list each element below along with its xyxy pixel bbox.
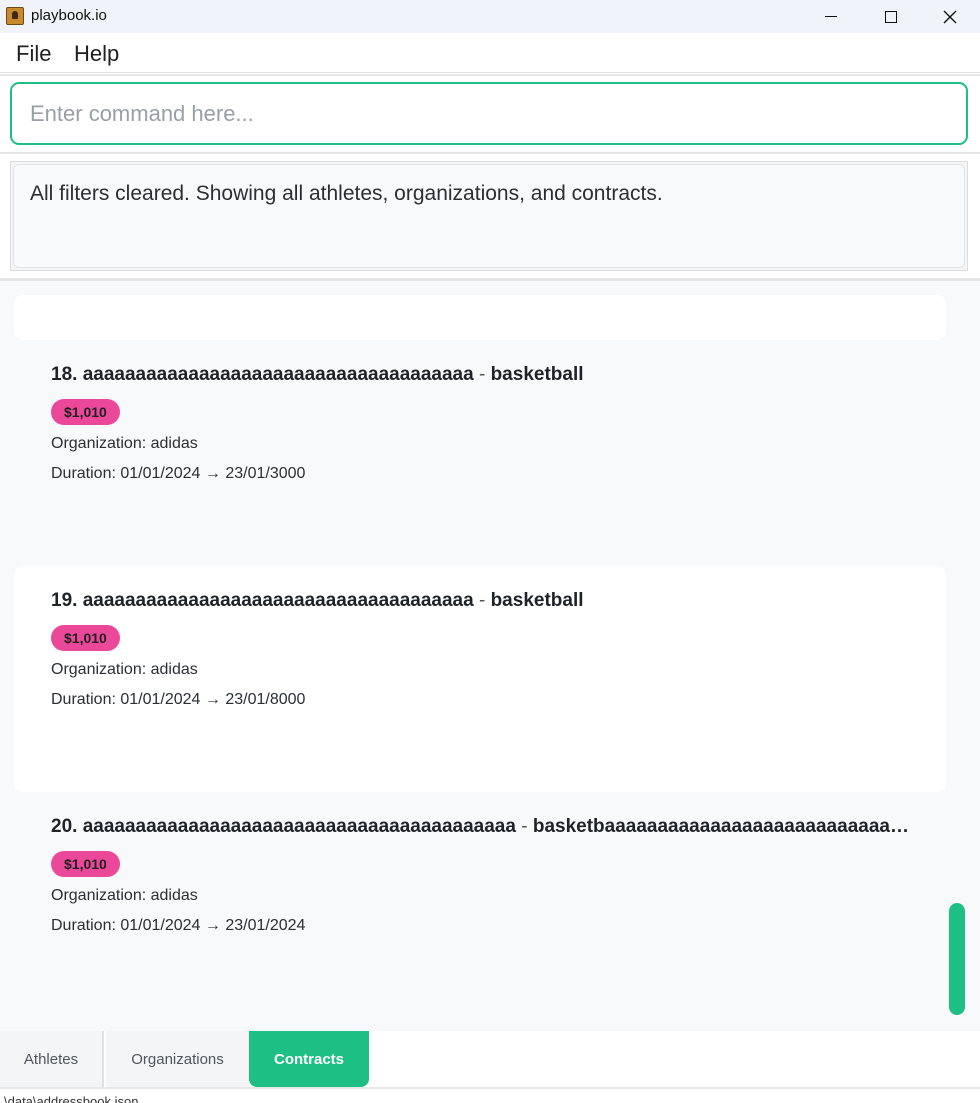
title-separator: - bbox=[515, 816, 533, 837]
result-message: All filters cleared. Showing all athlete… bbox=[13, 164, 965, 268]
contract-card[interactable]: 18. aaaaaaaaaaaaaaaaaaaaaaaaaaaaaaaaaaaa… bbox=[14, 340, 946, 566]
contract-organization: Organization: adidas bbox=[51, 887, 198, 904]
contract-duration: Duration: 01/01/2024 → 23/01/8000 bbox=[51, 691, 306, 708]
title-bar: playbook.io bbox=[0, 0, 980, 33]
result-display: All filters cleared. Showing all athlete… bbox=[10, 161, 968, 271]
minimize-button[interactable] bbox=[802, 0, 860, 33]
tab-bar-filler bbox=[369, 1031, 980, 1087]
contract-athlete: aaaaaaaaaaaaaaaaaaaaaaaaaaaaaaaaaaaaaaaa… bbox=[82, 816, 516, 837]
menu-file[interactable]: File bbox=[16, 41, 51, 67]
tab-contracts[interactable]: Contracts bbox=[249, 1031, 369, 1087]
contract-sport: basketball bbox=[490, 364, 584, 385]
close-icon bbox=[943, 10, 957, 23]
contract-sport: basketbaaaaaaaaaaaaaaaaaaaaaaaaaaaaaa... bbox=[532, 816, 909, 837]
menu-help[interactable]: Help bbox=[74, 41, 119, 67]
divider bbox=[0, 152, 980, 154]
contract-duration: Duration: 01/01/2024 → 23/01/3000 bbox=[51, 465, 306, 482]
status-bar: \data\addressbook.json bbox=[0, 1089, 980, 1103]
scrollbar-thumb[interactable] bbox=[949, 903, 965, 1015]
title-separator: - bbox=[473, 364, 491, 385]
tab-organizations[interactable]: Organizations bbox=[106, 1031, 249, 1087]
menu-bar: File Help bbox=[0, 33, 980, 73]
amount-badge: $1,010 bbox=[51, 399, 120, 425]
status-file-path: \data\addressbook.json bbox=[4, 1094, 139, 1103]
amount-badge: $1,010 bbox=[51, 851, 120, 877]
amount-badge: $1,010 bbox=[51, 625, 120, 651]
command-box bbox=[10, 82, 968, 145]
close-button[interactable] bbox=[921, 0, 979, 33]
contract-title: 20. aaaaaaaaaaaaaaaaaaaaaaaaaaaaaaaaaaaa… bbox=[51, 816, 909, 840]
contract-athlete: aaaaaaaaaaaaaaaaaaaaaaaaaaaaaaaaaaaaa bbox=[82, 590, 474, 611]
contract-index: 20. bbox=[51, 816, 78, 837]
title-separator: - bbox=[473, 590, 491, 611]
maximize-button[interactable] bbox=[862, 0, 920, 33]
contract-organization: Organization: adidas bbox=[51, 661, 198, 678]
list-item[interactable] bbox=[14, 295, 946, 340]
contract-title: 19. aaaaaaaaaaaaaaaaaaaaaaaaaaaaaaaaaaaa… bbox=[51, 590, 909, 614]
window-title: playbook.io bbox=[31, 7, 107, 24]
contract-index: 18. bbox=[51, 364, 78, 385]
contract-sport: basketball bbox=[490, 590, 584, 611]
contract-organization: Organization: adidas bbox=[51, 435, 198, 452]
contract-index: 19. bbox=[51, 590, 78, 611]
contract-card[interactable]: 20. aaaaaaaaaaaaaaaaaaaaaaaaaaaaaaaaaaaa… bbox=[14, 792, 946, 1018]
contract-list: 18. aaaaaaaaaaaaaaaaaaaaaaaaaaaaaaaaaaaa… bbox=[0, 281, 980, 1031]
contract-title: 18. aaaaaaaaaaaaaaaaaaaaaaaaaaaaaaaaaaaa… bbox=[51, 364, 909, 388]
tab-bar: Athletes Organizations Contracts bbox=[0, 1031, 980, 1087]
contract-duration: Duration: 01/01/2024 → 23/01/2024 bbox=[51, 917, 306, 934]
command-input[interactable] bbox=[12, 84, 966, 143]
maximize-icon bbox=[885, 10, 897, 23]
divider bbox=[0, 74, 980, 76]
contract-athlete: aaaaaaaaaaaaaaaaaaaaaaaaaaaaaaaaaaaaa bbox=[82, 364, 474, 385]
minimize-icon bbox=[825, 16, 837, 17]
tab-athletes[interactable]: Athletes bbox=[0, 1031, 104, 1087]
contract-card[interactable]: 19. aaaaaaaaaaaaaaaaaaaaaaaaaaaaaaaaaaaa… bbox=[14, 566, 946, 792]
app-icon bbox=[6, 7, 24, 25]
